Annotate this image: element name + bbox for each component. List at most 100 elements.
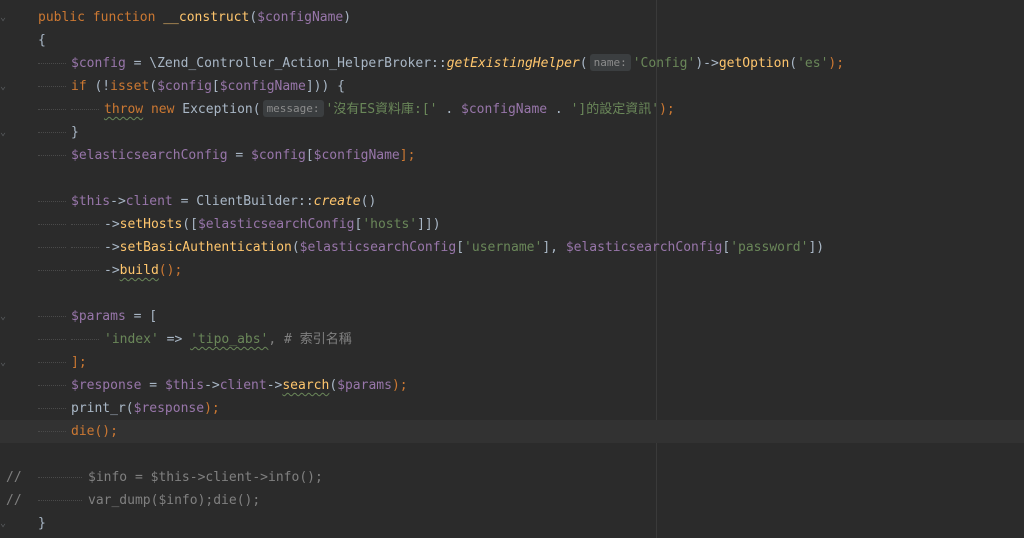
code-line[interactable]: ⌄]; [0,351,1024,374]
code-token: $elasticsearchConfig [565,240,723,255]
code-token: ]) [808,240,825,255]
code-line[interactable]: $config = \Zend_Controller_Action_Helper… [0,52,1024,75]
code-line[interactable]: $elasticsearchConfig = $config[$configNa… [0,144,1024,167]
code-token: $config [71,56,126,71]
code-token: $params [71,309,126,324]
code-token: $elasticsearchConfig [299,240,457,255]
code-line[interactable]: ->setHosts([$elasticsearchConfig['hosts'… [0,213,1024,236]
code-token: (); [158,263,183,278]
code-line[interactable]: print_r($response); [0,397,1024,420]
code-text: ->setBasicAuthentication($elasticsearchC… [104,236,824,259]
code-token: } [38,516,46,531]
code-token: 'Config' [632,56,696,71]
line-comment-marker: // [6,470,22,485]
indent-guide [38,109,66,110]
code-token: ); [204,401,220,416]
code-line[interactable]: die(); [0,420,1024,443]
code-line[interactable]: ⌄} [0,121,1024,144]
code-token: -> [104,240,120,255]
code-text: die(); [71,420,118,443]
code-text: var_dump($info);die(); [88,489,260,512]
code-line[interactable]: ->setBasicAuthentication($elasticsearchC… [0,236,1024,259]
code-token: client [125,194,173,209]
code-line[interactable]: ⌄ if (!isset($config[$configName])) { [0,75,1024,98]
code-token: isset [110,79,150,94]
fold-toggle-icon[interactable]: ⌄ [0,518,8,530]
code-line[interactable]: // var_dump($info);die(); [0,489,1024,512]
code-token: 'hosts' [362,217,418,232]
code-line[interactable]: throw new Exception(message: '沒有ES資料庫:[' … [0,98,1024,121]
code-token: $info = $this->client->info(); [88,470,323,485]
indent-guide [38,224,66,225]
code-line[interactable]: ⌄} [0,512,1024,535]
fold-toggle-icon[interactable]: ⌄ [0,12,8,24]
code-token: () [360,194,377,209]
indent-guide [71,339,99,340]
code-token: 'password' [730,240,809,255]
code-token: $configName [219,79,306,94]
code-line[interactable] [0,443,1024,466]
line-comment-marker: // [6,493,22,508]
code-line[interactable]: ->build(); [0,259,1024,282]
code-token: ], [542,240,566,255]
code-token: $this [164,378,205,393]
code-token: [ [211,79,220,94]
code-line[interactable]: ⌄ $params = [ [0,305,1024,328]
indent-guide [71,270,99,271]
code-token: (! [94,79,111,94]
code-token: ); [828,56,845,71]
code-text: } [38,512,46,535]
code-token: $params [337,378,392,393]
code-line[interactable] [0,282,1024,305]
fold-toggle-icon[interactable]: ⌄ [0,81,8,93]
code-token: $configName [313,148,400,163]
code-token: = ClientBuilder:: [172,194,314,209]
fold-toggle-icon[interactable]: ⌄ [0,357,8,369]
code-line[interactable]: $response = $this->client->search($param… [0,374,1024,397]
code-token: ); [659,102,675,117]
code-text: $params = [ [71,305,157,328]
code-token: (); [94,424,118,439]
code-token: $elasticsearchConfig [197,217,355,232]
code-token: = [ [125,309,158,324]
code-editor[interactable]: ⌄ public function __construct($configName… [0,0,1024,538]
code-token: $config [251,148,306,163]
code-line[interactable]: { [0,29,1024,52]
code-token: $this [71,194,111,209]
code-token: ']的設定資訊' [570,102,660,117]
code-token: ( [249,10,258,25]
code-line[interactable]: // $info = $this->client->info(); [0,466,1024,489]
code-text: $config = \Zend_Controller_Action_Helper… [71,52,844,75]
code-token: var_dump($info);die(); [88,493,261,508]
code-line[interactable]: $this->client = ClientBuilder::create() [0,190,1024,213]
indent-guide [38,132,66,133]
code-text: 'index' => 'tipo_abs', # 索引名稱 [104,328,352,351]
code-token: -> [104,263,120,278]
indent-guide [71,109,99,110]
code-token: ( [291,240,300,255]
indent-guide [38,500,82,501]
code-line[interactable] [0,167,1024,190]
code-token: { [38,33,46,48]
code-text: } [71,121,79,144]
code-token: . [445,102,461,117]
code-line[interactable]: ⌄ public function __construct($configName… [0,6,1024,29]
code-text: throw new Exception(message: '沒有ES資料庫:[' … [104,98,675,121]
code-token: '沒有ES資料庫:[' [325,102,446,117]
code-token: -> [110,194,126,209]
code-token: die [71,424,95,439]
indent-guide [38,63,66,64]
code-line[interactable]: 'index' => 'tipo_abs', # 索引名稱 [0,328,1024,351]
code-token: ) [343,10,352,25]
code-token: 'username' [464,240,543,255]
code-token: ]]) [417,217,441,232]
code-token: 'tipo_abs' [190,332,269,347]
fold-toggle-icon[interactable]: ⌄ [0,127,8,139]
indent-guide [38,155,66,156]
code-text: print_r($response); [71,397,220,420]
fold-toggle-icon[interactable]: ⌄ [0,311,8,323]
code-token: ]; [71,355,87,370]
code-token: $config [157,79,212,94]
indent-guide [38,86,66,87]
code-token: public function [38,10,164,25]
